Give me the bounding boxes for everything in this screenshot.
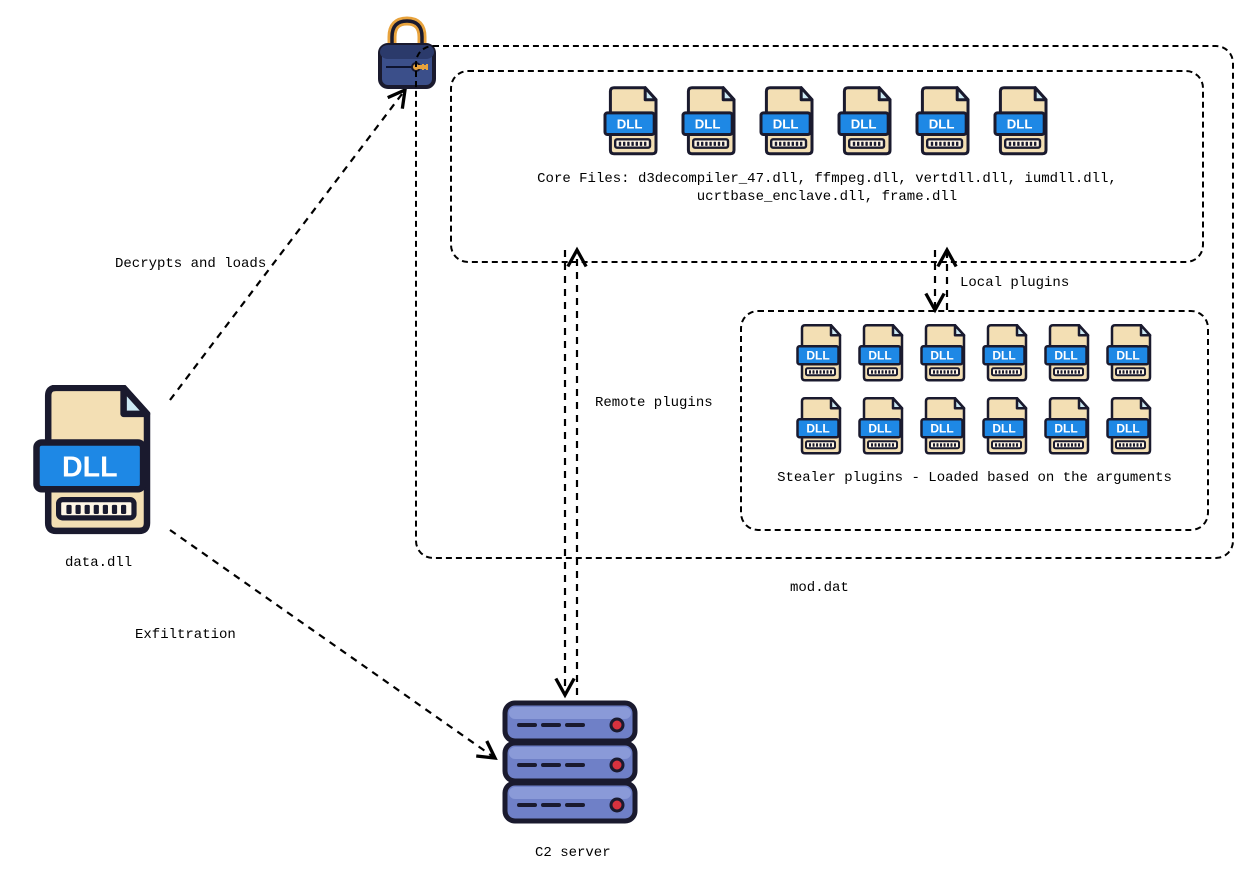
plugin-dll-icon: DLL [981,397,1031,460]
plugin-dll-icon: DLL [857,324,907,387]
moddat-label: mod.dat [790,580,849,596]
stealer-plugins-box: DLL DLL DLL [740,310,1209,531]
plugin-dll-icon: DLL [857,397,907,460]
plugin-dll-icon: DLL [1105,324,1155,387]
plugin-dll-icon: DLL [795,324,845,387]
svg-text:DLL: DLL [851,117,877,132]
data-dll-label: data.dll [65,555,132,571]
plugin-dll-icon: DLL [981,324,1031,387]
core-dll-icon: DLL [914,86,974,161]
label-local-plugins: Local plugins [960,275,1069,291]
core-dll-icon: DLL [758,86,818,161]
core-files-box: DLL DLL DLL [450,70,1204,263]
svg-text:DLL: DLL [930,421,953,435]
core-caption-2: ucrtbase_enclave.dll, frame.dll [452,189,1202,205]
svg-text:DLL: DLL [930,348,953,362]
plugin-dll-icon: DLL [795,397,845,460]
plugin-dll-icon: DLL [1105,397,1155,460]
plugin-dll-grid: DLL DLL DLL [742,324,1207,460]
label-exfiltration: Exfiltration [135,627,236,643]
core-dll-row: DLL DLL DLL [452,86,1202,161]
svg-text:DLL: DLL [806,421,829,435]
core-dll-icon: DLL [992,86,1052,161]
svg-text:DLL: DLL [1007,117,1033,132]
dll-tag-big: DLL [62,451,118,483]
svg-text:DLL: DLL [929,117,955,132]
svg-text:DLL: DLL [868,421,891,435]
svg-text:DLL: DLL [617,117,643,132]
svg-text:DLL: DLL [1054,348,1077,362]
plugin-dll-icon: DLL [1043,324,1093,387]
arrow-decrypts [170,90,405,400]
svg-text:DLL: DLL [1116,421,1139,435]
svg-text:DLL: DLL [806,348,829,362]
svg-text:DLL: DLL [992,421,1015,435]
svg-text:DLL: DLL [868,348,891,362]
plugin-dll-row: DLL DLL DLL [795,397,1155,460]
label-remote-plugins: Remote plugins [595,395,713,411]
svg-text:DLL: DLL [773,117,799,132]
c2-server-label: C2 server [535,845,611,861]
svg-text:DLL: DLL [1054,421,1077,435]
core-dll-icon: DLL [602,86,662,161]
plugins-caption: Stealer plugins - Loaded based on the ar… [742,470,1207,486]
svg-text:DLL: DLL [1116,348,1139,362]
c2-server-icon [495,695,645,840]
plugin-dll-icon: DLL [919,397,969,460]
core-caption-1: Core Files: d3decompiler_47.dll, ffmpeg.… [452,171,1202,187]
plugin-dll-row: DLL DLL DLL [795,324,1155,387]
svg-text:DLL: DLL [992,348,1015,362]
data-dll-icon: DLL [30,385,160,540]
plugin-dll-icon: DLL [1043,397,1093,460]
svg-text:DLL: DLL [695,117,721,132]
arrow-exfiltration [170,530,495,758]
core-dll-icon: DLL [680,86,740,161]
core-dll-icon: DLL [836,86,896,161]
plugin-dll-icon: DLL [919,324,969,387]
label-decrypts: Decrypts and loads [115,256,266,272]
